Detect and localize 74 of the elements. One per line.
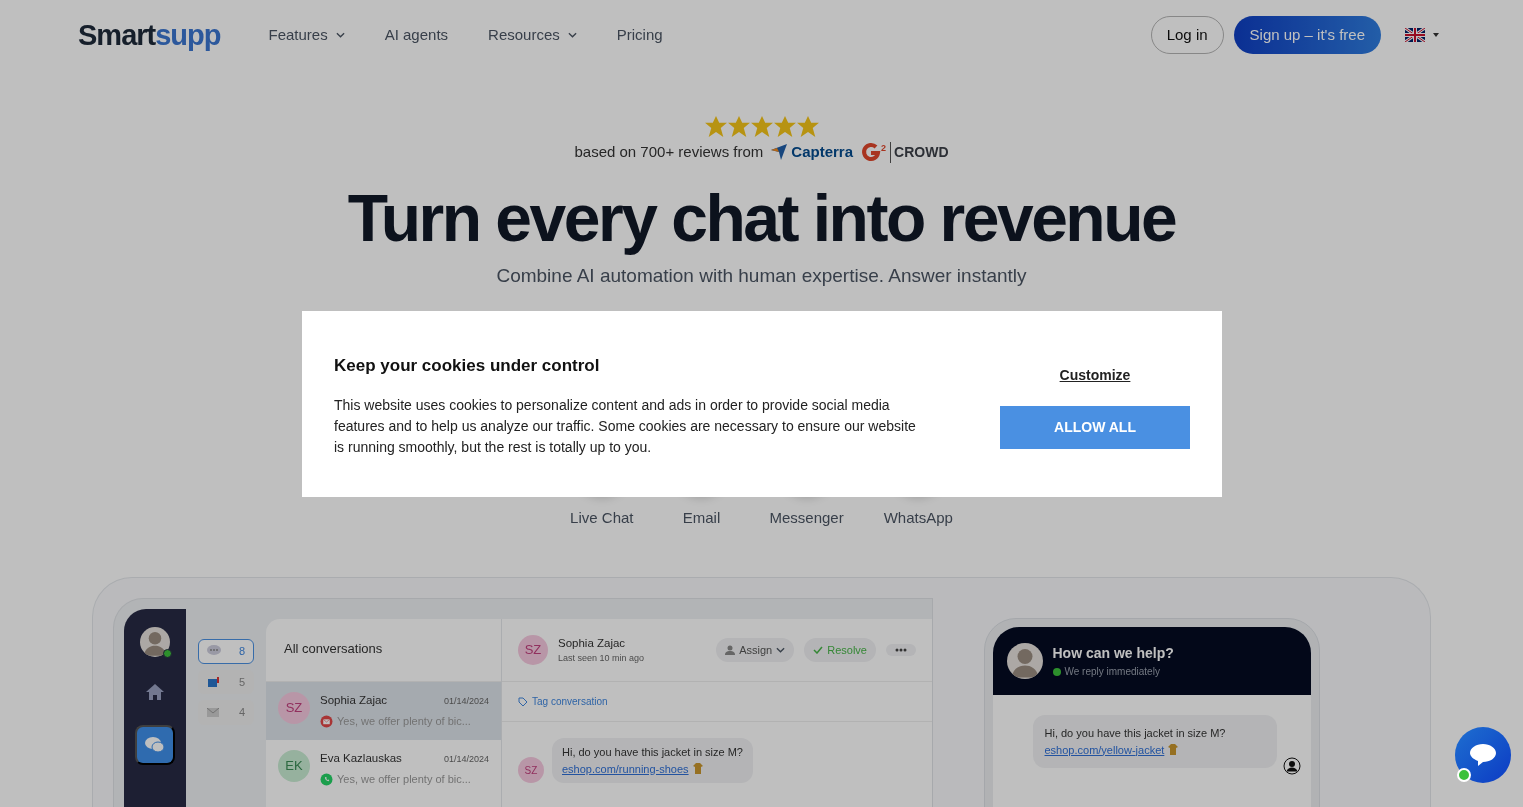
message-preview: Yes, we offer plenty of bic... bbox=[337, 772, 471, 788]
signup-button[interactable]: Sign up – it's free bbox=[1233, 15, 1381, 55]
star-icon bbox=[773, 116, 796, 137]
allow-all-button[interactable]: ALLOW ALL bbox=[1000, 406, 1190, 449]
conversations-button[interactable] bbox=[135, 725, 175, 766]
conversation-item[interactable]: EK Eva Kazlauskas 01/14/2024 Yes, we offer plenty of bic... bbox=[266, 739, 501, 798]
speech-bubble-icon bbox=[1470, 744, 1496, 766]
more-options-icon bbox=[895, 648, 907, 653]
home-icon bbox=[146, 683, 164, 700]
login-button[interactable]: Log in bbox=[1150, 15, 1224, 55]
initials-avatar: SZ bbox=[278, 692, 310, 725]
capterra-logo-text: Capterra bbox=[791, 142, 854, 162]
hero-title: Turn every chat into revenue bbox=[347, 181, 1176, 255]
nav-link[interactable]: Pricing bbox=[616, 23, 663, 47]
chat-bubbles-icon bbox=[145, 736, 165, 755]
dialog-title: Keep your cookies under control bbox=[334, 355, 601, 377]
contact-name: Sophia Zajac bbox=[558, 635, 627, 651]
contact-name: Sophia Zajac bbox=[320, 693, 388, 709]
caret-icon bbox=[1433, 33, 1439, 37]
envelope-icon bbox=[207, 707, 219, 717]
widget-title: How can we help? bbox=[1052, 644, 1174, 664]
chevron-down-icon bbox=[776, 647, 786, 654]
inbox-filter[interactable]: 8 bbox=[198, 639, 254, 664]
conversation-date: 01/14/2024 bbox=[443, 752, 489, 766]
jacket-icon bbox=[1168, 744, 1179, 756]
last-seen-text: Last seen 10 min ago bbox=[558, 651, 645, 665]
crowd-logo-text: CROWD bbox=[890, 141, 949, 163]
avatar bbox=[1006, 643, 1043, 680]
channel-label: WhatsApp bbox=[883, 507, 953, 528]
user-icon bbox=[1282, 757, 1301, 776]
message-bubble: Hi, do you have this jacket in size M? eshop.com/yellow-jacket bbox=[1032, 715, 1277, 769]
hero-subtitle: Combine AI automation with human expertise. Answer instantly bbox=[496, 264, 1027, 289]
g2-logo-mark: 2 bbox=[881, 141, 887, 155]
union-jack-flag-icon bbox=[1405, 28, 1425, 42]
channel-label: Live Chat bbox=[570, 507, 634, 528]
initials-avatar: EK bbox=[278, 749, 310, 782]
online-dot bbox=[1457, 768, 1471, 782]
paper-plane-icon bbox=[771, 144, 788, 161]
chat-launcher-button[interactable] bbox=[1455, 727, 1511, 783]
nav-link[interactable]: Resources bbox=[488, 23, 577, 47]
logo[interactable]: Smartsupp bbox=[78, 20, 221, 50]
tag-icon bbox=[518, 696, 528, 707]
assign-button[interactable]: Assign bbox=[716, 637, 795, 663]
online-dot bbox=[163, 649, 172, 659]
more-options-button[interactable] bbox=[886, 644, 916, 657]
avatar bbox=[140, 627, 170, 658]
g-letter-logo-icon bbox=[861, 142, 882, 163]
checkmark-icon bbox=[813, 646, 824, 655]
jacket-icon bbox=[692, 763, 703, 775]
customize-link[interactable]: Customize bbox=[1059, 365, 1131, 386]
nav-link[interactable]: AI agents bbox=[384, 23, 449, 47]
mailbox-icon bbox=[207, 675, 221, 688]
star-icon bbox=[704, 116, 727, 137]
message-link[interactable]: eshop.com/yellow-jacket bbox=[1044, 741, 1165, 759]
initials-avatar: SZ bbox=[518, 757, 544, 784]
message-link[interactable]: eshop.com/running-shoes bbox=[562, 760, 689, 778]
status-text: We reply immediately bbox=[1052, 664, 1174, 680]
nav-link[interactable]: Features bbox=[268, 23, 345, 47]
star-icon bbox=[727, 116, 750, 137]
dialog-text: This website uses cookies to personalize content and ads in order to provide social media features and to help us analyze our traffic. Some cookies are necessary to ensure our website is running smoothly, but the rest is totally up to you. bbox=[334, 395, 917, 457]
star-icon bbox=[750, 116, 773, 137]
channel-label: Email bbox=[682, 507, 721, 528]
reviews-text: based on 700+ reviews from bbox=[574, 142, 764, 162]
contact-name: Eva Kazlauskas bbox=[320, 750, 402, 766]
conversation-date: 01/14/2024 bbox=[443, 695, 489, 709]
tag-conversation-link[interactable]: Tag conversation bbox=[532, 694, 608, 710]
message-bubble: Hi, do you have this jacket in size M? eshop.com/running-shoes bbox=[552, 738, 753, 784]
whatsapp-icon bbox=[320, 772, 333, 786]
speech-bubble-icon bbox=[207, 645, 221, 658]
star-icon bbox=[796, 116, 819, 137]
channel-label: Messenger bbox=[769, 507, 844, 528]
person-icon bbox=[725, 645, 736, 656]
envelope-icon bbox=[320, 715, 333, 729]
initials-avatar: SZ bbox=[518, 635, 548, 666]
